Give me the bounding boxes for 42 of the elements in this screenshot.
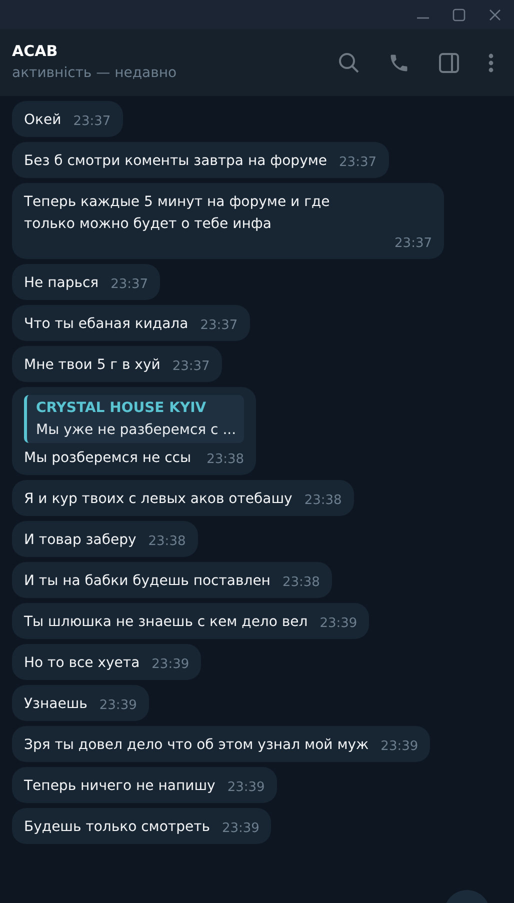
reply-author: CRYSTAL HOUSE KYIV	[36, 399, 208, 418]
message-time: 23:39	[227, 779, 265, 797]
close-icon[interactable]	[488, 8, 502, 22]
message-text: Будешь только смотреть	[24, 818, 210, 837]
message-time: 23:38	[282, 574, 320, 592]
message-time: 23:37	[172, 358, 210, 376]
message-time: 23:37	[339, 154, 376, 172]
message-time: 23:37	[200, 317, 238, 335]
message-time: 23:39	[99, 697, 137, 715]
message-text: Без б смотри коменты завтра на форуме	[24, 152, 328, 171]
message-time: 23:39	[152, 656, 190, 674]
search-icon[interactable]	[338, 52, 360, 74]
message-time: 23:38	[148, 533, 186, 551]
chat-status: активність — недавно	[12, 64, 178, 82]
message-time: 23:39	[222, 820, 260, 838]
sidebar-icon[interactable]	[438, 52, 460, 74]
message-text: Мы розберемся не ссы	[24, 449, 192, 468]
message-time: 23:37	[394, 235, 432, 253]
message-text: Ты шлюшка не знаешь с кем дело вел	[24, 613, 308, 632]
message-text: Не парься	[24, 274, 99, 293]
reply-text: Мы уже не разберемся с ...	[36, 421, 236, 440]
reply-quote[interactable]: CRYSTAL HOUSE KYIV Мы уже не разберемся с ...	[24, 395, 244, 443]
message-text: Теперь каждые 5 минут на форуме и где только можно будет о тебе инфа	[24, 193, 331, 234]
message-time: 23:39	[380, 738, 418, 756]
message-text: Узнаешь	[24, 695, 88, 714]
message-time: 23:37	[110, 276, 148, 294]
chat-title: ACAB	[12, 40, 59, 60]
message-text: Теперь ничего не напишу	[24, 777, 216, 796]
message-text: Что ты ебаная кидала	[24, 315, 188, 334]
message-time: 23:39	[320, 615, 358, 633]
more-icon[interactable]	[488, 52, 494, 74]
message-time: 23:38	[206, 451, 244, 469]
message-text: Зря ты довел дело что об этом узнал мой муж	[24, 736, 369, 755]
maximize-icon[interactable]	[452, 8, 466, 22]
message-text: И ты на бабки будешь поставлен	[24, 572, 270, 591]
message-time: 23:37	[73, 113, 111, 131]
message-time: 23:38	[304, 492, 342, 510]
message-text: Но то все хуета	[24, 654, 140, 673]
message-text: Мне твои 5 г в хуй	[24, 356, 160, 375]
message-text: Я и кур твоих с левых аков отебашу	[24, 490, 292, 509]
message-text: И товар заберу	[24, 531, 136, 550]
message-text: Окей	[24, 111, 62, 130]
